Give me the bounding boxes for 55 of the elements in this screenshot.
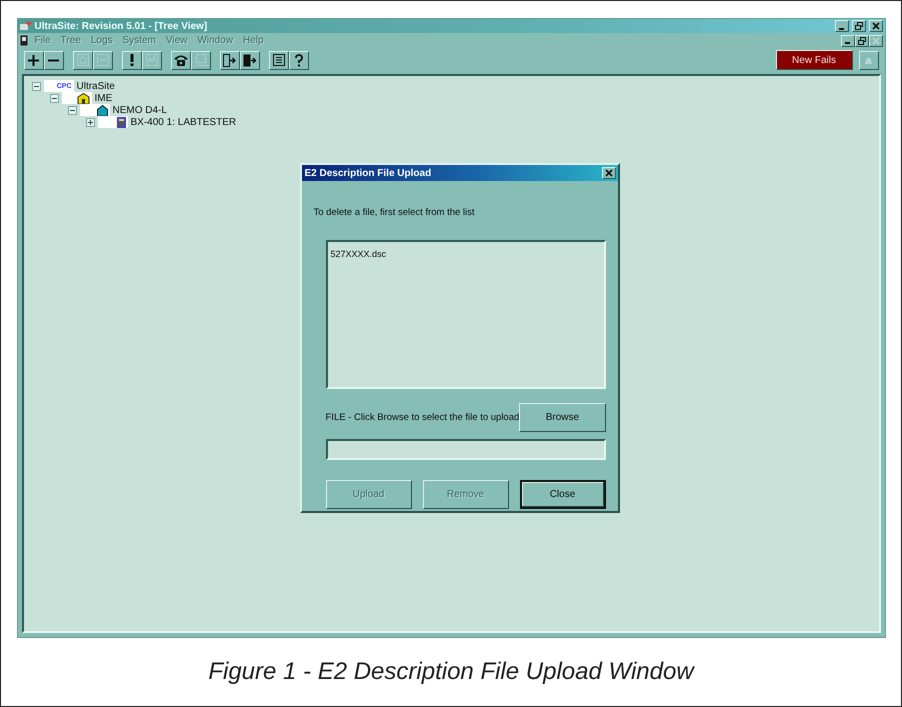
exclamation-icon [130,54,134,66]
alarm-button[interactable]: New Fails [776,50,852,70]
minimize-icon [839,28,844,30]
close-button[interactable] [602,167,616,179]
toolbar-button[interactable] [44,50,64,70]
dialog-button[interactable]: Close [520,480,606,509]
file-label: FILE - Click Browse to select the file to upload [326,412,520,423]
document-icon [20,35,30,46]
chart-icon [96,54,108,66]
door-arrow-icon [223,54,236,66]
node-label[interactable]: UltraSite [76,80,115,92]
close-icon [604,169,612,177]
restore-button[interactable] [852,20,866,32]
collapse-icon[interactable] [50,94,58,102]
collapse-icon[interactable] [32,82,40,90]
close-icon [872,36,880,44]
restore-button[interactable] [854,34,868,46]
instruction-text: To delete a file, first select from the list [314,207,476,218]
file-path-field[interactable] [326,439,606,460]
toolbar-button[interactable] [220,50,240,70]
door-arrow-icon [243,54,256,66]
plus-icon [28,54,39,66]
browse-button[interactable]: Browse [519,403,606,432]
close-button[interactable] [868,20,882,32]
dialog-title: E2 Description File Upload [304,168,432,178]
minimize-button[interactable] [840,34,854,46]
collapse-icon[interactable] [68,106,76,114]
toolbar-button[interactable] [24,50,44,70]
figure-caption: Figure 1 - E2 Description File Upload Window [208,658,694,686]
monitor-icon [194,54,206,66]
toolbar-button[interactable] [240,50,260,70]
list-icon [272,54,284,66]
app-icon [20,21,32,31]
phone-icon [174,54,188,66]
house-icon [76,54,88,66]
toolbar-button[interactable] [170,50,190,70]
toolbar-button[interactable] [122,50,142,70]
close-icon [872,22,880,30]
close-button[interactable] [868,34,882,46]
bell-icon [864,56,873,64]
expand-icon[interactable] [86,118,94,126]
minimize-button[interactable] [834,20,848,32]
graph-icon [146,54,158,66]
file-list-item[interactable]: 527XXXX.dsc [330,249,388,259]
toolbar-button[interactable] [288,50,308,70]
building-icon [76,92,90,104]
window-title: UltraSite: Revision 5.01 - [Tree View] [34,20,208,32]
node-label[interactable]: BX-400 1: LABTESTER [130,116,236,128]
device-icon [116,116,126,128]
question-icon [294,54,302,66]
node-label[interactable]: IME [94,92,112,104]
node-label[interactable]: NEMO D4-L [112,104,167,116]
toolbar-button[interactable] [268,50,288,70]
minimize-icon [845,42,850,44]
toolbar-button[interactable] [858,50,878,70]
